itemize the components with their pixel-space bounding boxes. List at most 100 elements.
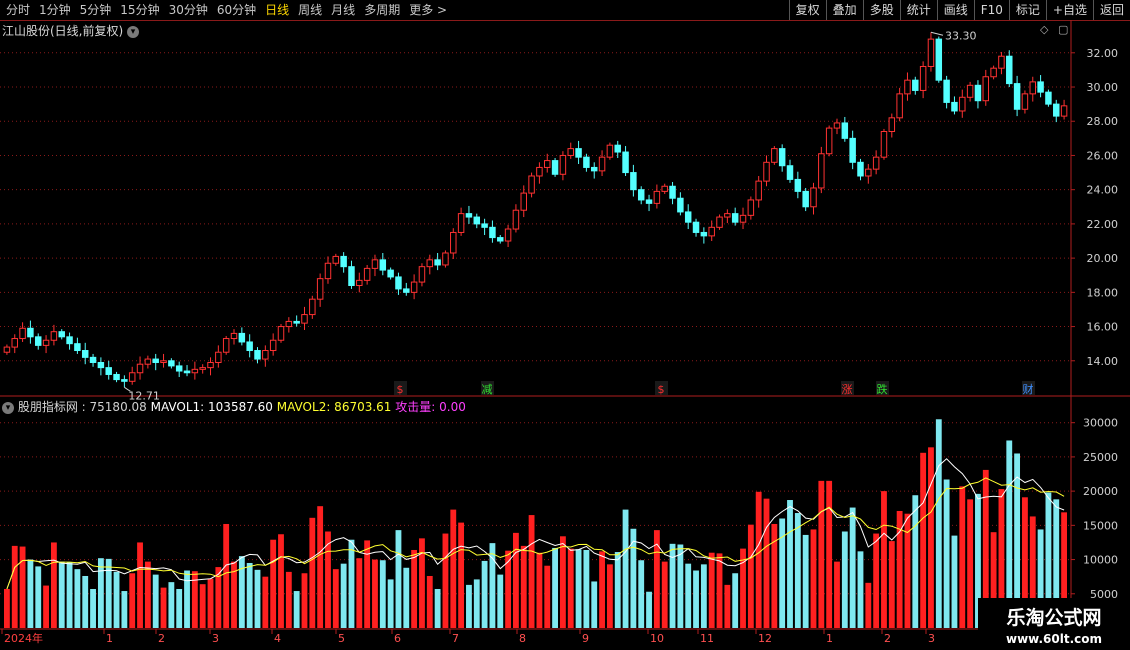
volume-bar [254,569,261,628]
volume-bar [442,533,449,628]
candle-body [473,216,481,225]
time-axis-label: 2 [884,632,891,645]
volume-bar [473,579,480,628]
volume-bar [395,530,402,628]
kline-chart[interactable]: 14.00 16.00 18.00 20.00 22.00 24.00 26.00 28.00… [0,0,1130,650]
candle-body [700,231,708,237]
candle-body [144,358,152,365]
time-axis-label: 8 [519,632,526,645]
volume-bar [97,558,104,628]
candle-body [833,122,841,129]
volume-bar [411,549,418,628]
candle-body [269,339,277,352]
candle-body [896,93,903,119]
candle-body [81,350,89,358]
candle-body [716,216,723,228]
volume-bar [583,549,590,628]
price-tick-label: 32.00 [1087,47,1119,60]
chevron-down-icon[interactable]: ▾ [2,401,14,414]
volume-bar [943,479,950,628]
volume-bar [967,499,974,628]
candle-body [152,358,159,363]
event-marker: 涨 [842,383,853,396]
watermark-title: 乐淘公式网 [1006,607,1102,629]
volume-bar [207,578,214,628]
volume-bar [920,452,927,628]
candle-body [818,153,825,189]
volume-bar [379,560,386,628]
volume-bar [716,553,723,628]
price-tick-label: 24.00 [1087,184,1119,197]
candle-body [1013,83,1021,110]
time-axis-label: 11 [700,632,714,645]
price-tick-label: 30.00 [1087,81,1119,94]
candle-body [418,266,426,283]
candle-body [497,237,504,242]
volume-bar [747,524,754,628]
candle-body [708,226,715,237]
candle-body [175,365,183,372]
volume-bar [802,534,809,628]
volume-bar [732,573,739,628]
candle-body [434,259,441,266]
volume-bar [50,542,57,628]
candle-body [457,213,465,233]
volume-bar [497,574,504,628]
candle-body [661,185,668,192]
chevron-down-icon[interactable]: ▾ [127,25,140,38]
stock-title: 江山股份(日线,前复权) [2,24,124,38]
volume-bar [888,541,895,628]
candle-body [1037,81,1044,93]
volume-bar [137,542,143,628]
candle-body [371,259,379,269]
candle-body [912,79,919,91]
candle-body [207,361,214,369]
high-marker-line [930,31,944,36]
volume-bar [332,569,339,628]
volume-bar [857,551,864,628]
candle-body [825,127,833,155]
candle-body [450,231,457,254]
volume-bar [105,558,112,628]
volume-bar [426,575,433,628]
volume-bar [340,563,347,628]
candle-body [50,331,58,341]
candle-body [160,360,167,363]
candle-body [684,211,692,223]
candle-body [301,314,308,324]
candle-body [724,213,731,218]
candle-body [238,332,246,343]
volume-bar [74,569,81,628]
volume-bar [372,559,378,628]
candle-body [927,38,935,67]
volume-bar [387,579,394,628]
candle-body [410,281,418,293]
volume-bar [591,581,598,628]
candle-body [504,228,512,242]
candle-body [731,213,739,223]
candle-body [512,209,520,230]
candle-body [199,367,206,370]
candle-body [849,137,856,163]
volume-bar [301,573,308,628]
candle-body [559,154,567,175]
indicator-title: 股朋指标网 [17,400,78,414]
volume-bar [270,539,277,628]
volume-bar [481,560,488,628]
volume-bar [708,552,715,628]
volume-bar [66,562,73,628]
candle-body [755,180,762,201]
price-tick-label: 26.00 [1087,149,1119,162]
volume-bar [606,564,613,628]
volume-bar [959,486,966,628]
candle-body [771,148,778,163]
candle-body [653,190,661,204]
volume-bar [928,447,934,628]
volume-bar [184,570,190,628]
candle-body [998,55,1005,69]
price-panel-header: 江山股份(日线,前复权) ▾ [2,22,140,39]
time-axis-label: 10 [650,632,664,645]
event-marker: $ [658,383,665,396]
candle-body [356,279,363,286]
candle-body [959,96,966,112]
